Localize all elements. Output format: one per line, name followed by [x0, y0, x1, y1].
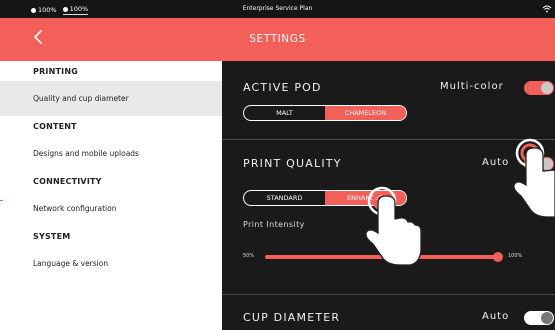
active-pod-title: ACTIVE POD: [243, 81, 322, 94]
page-title: SETTINGS: [249, 33, 306, 45]
sidebar-heading-content: CONTENT: [33, 121, 77, 131]
toggle-knob: [541, 82, 553, 94]
intensity-max-label: 100%: [508, 253, 523, 259]
section-divider: [222, 294, 555, 295]
sidebar-item-label: Designs and mobile uploads: [33, 149, 139, 158]
quality-option-standard[interactable]: STANDARD: [244, 191, 325, 205]
print-intensity-label: Print Intensity: [243, 220, 305, 229]
settings-panel: ACTIVE POD Multi-color MALT CHAMELEON PR…: [222, 61, 555, 330]
sidebar-item-label: Quality and cup diameter: [33, 94, 129, 103]
sidebar-item-label: Language & version: [33, 259, 109, 268]
sidebar-heading-system: SYSTEM: [33, 231, 71, 241]
status-bar: 100% 100% Enterprise Service Plan: [0, 0, 555, 18]
settings-sidebar: PRINTING Quality and cup diameter CONTEN…: [0, 61, 222, 330]
print-quality-auto-label: Auto: [482, 157, 510, 168]
section-divider: [222, 139, 555, 140]
cup-diameter-title: CUP DIAMETER: [243, 311, 341, 324]
sidebar-item-network[interactable]: Network configuration: [0, 191, 222, 226]
sidebar-heading-connectivity: CONNECTIVITY: [33, 176, 102, 186]
cup-diameter-auto-label: Auto: [482, 311, 510, 322]
pod-selector: MALT CHAMELEON: [243, 105, 407, 121]
tap-hand-icon: [513, 138, 555, 218]
multicolor-label: Multi-color: [440, 81, 504, 92]
cup-diameter-toggle[interactable]: [524, 311, 554, 325]
intensity-slider-handle[interactable]: [493, 252, 503, 262]
sidebar-item-language[interactable]: Language & version: [0, 246, 222, 281]
intensity-min-label: 50%: [243, 253, 255, 259]
pod-option-chameleon[interactable]: CHAMELEON: [325, 106, 406, 120]
wifi-icon: [542, 5, 552, 13]
service-plan-label: Enterprise Service Plan: [242, 5, 313, 12]
tap-hand-icon: [365, 186, 422, 266]
sidebar-item-designs[interactable]: Designs and mobile uploads: [0, 136, 222, 171]
pod-option-malt[interactable]: MALT: [244, 106, 325, 120]
sidebar-item-quality[interactable]: Quality and cup diameter: [0, 81, 222, 116]
app-header: SETTINGS: [0, 18, 555, 61]
multicolor-toggle[interactable]: [524, 81, 554, 95]
print-quality-title: PRINT QUALITY: [243, 157, 342, 170]
settings-screen: 100% 100% Enterprise Service Plan SETTIN…: [0, 0, 555, 330]
toggle-knob: [541, 312, 553, 324]
edge-marker: [0, 200, 3, 201]
sidebar-heading-printing: PRINTING: [33, 66, 78, 76]
sidebar-item-label: Network configuration: [33, 204, 117, 213]
